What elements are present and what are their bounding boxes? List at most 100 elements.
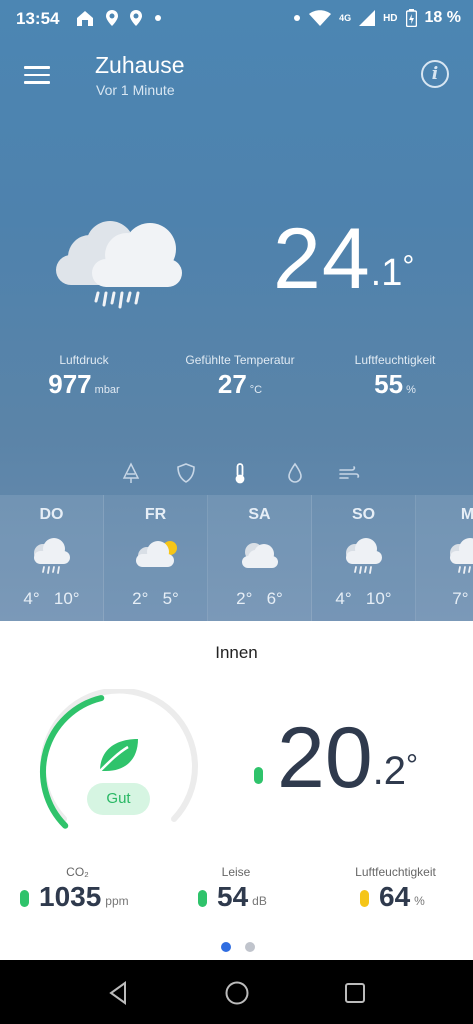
info-icon[interactable]: i — [421, 60, 449, 88]
forecast-day-so[interactable]: SO 4° 10° — [312, 495, 416, 621]
outdoor-stats: Luftdruck 977 mbar Gefühlte Temperatur 27… — [0, 353, 473, 403]
stat-unit: ppm — [105, 894, 129, 908]
app-header: Zuhause Vor 1 Minute i — [0, 44, 473, 104]
stat-value: 977 mbar — [48, 369, 120, 399]
forecast-day-do[interactable]: DO 4° 10° — [0, 495, 104, 621]
co2-stat: CO₂ 1035 ppm — [20, 865, 129, 913]
temperature-value: 20 — [277, 710, 373, 806]
indoor-title: Innen — [215, 643, 258, 662]
forecast-temps: 4° 10° — [0, 589, 103, 609]
stat-unit: dB — [252, 894, 267, 908]
sun-cloud-icon — [136, 541, 177, 567]
temperature-decimal: .1 — [370, 252, 403, 294]
temperature-value: 24 — [273, 211, 371, 307]
forecast-min: 4° — [335, 589, 352, 608]
leaf-icon — [99, 739, 138, 772]
stat-label: Luftfeuchtigkeit — [355, 865, 436, 879]
mode-selector — [120, 462, 360, 484]
status-time: 13:54 — [16, 9, 60, 28]
stat-label: Luftdruck — [59, 353, 109, 367]
forecast-day-m[interactable]: M 7° — [416, 495, 473, 621]
location-pin-icon — [106, 10, 118, 26]
forecast-max: 5° — [162, 589, 179, 608]
humidity-stat: Luftfeuchtigkeit 55% — [345, 353, 445, 400]
stat-label: Luftfeuchtigkeit — [354, 353, 436, 367]
cloud-rain-icon — [56, 221, 182, 309]
last-updated: Vor 1 Minute — [96, 82, 175, 98]
forecast-min: 7° — [452, 589, 469, 608]
stat-label: Gefühlte Temperatur — [185, 353, 295, 367]
indoor-temperature: 20 .2 ° — [254, 711, 418, 805]
shield-icon[interactable] — [175, 462, 197, 484]
stat-value: 54 — [217, 881, 249, 912]
hd-label: HD — [383, 12, 398, 24]
location-pin-icon — [130, 10, 142, 26]
stat-label: CO₂ — [66, 865, 89, 879]
forecast-min: 2° — [236, 589, 253, 608]
feels-like-stat: Gefühlte Temperatur 27 °C — [170, 353, 310, 400]
status-pill — [198, 890, 207, 907]
network-type: 4G — [339, 13, 352, 23]
temperature-status-dot — [254, 767, 263, 784]
forecast-day-label: M — [460, 506, 473, 523]
status-pill — [360, 890, 369, 907]
page-dot[interactable] — [245, 942, 255, 952]
forecast-min: 2° — [132, 589, 149, 608]
degree-symbol: ° — [402, 250, 415, 283]
forecast-temps: 2° 6° — [208, 589, 311, 609]
back-icon[interactable] — [103, 978, 133, 1008]
wifi-icon — [309, 10, 332, 26]
hamburger-line — [24, 81, 50, 84]
battery-charging-icon — [405, 9, 417, 27]
forecast-day-label: DO — [39, 506, 64, 523]
drop-icon[interactable] — [284, 462, 306, 484]
noise-stat: Leise 54 dB — [198, 865, 268, 913]
forecast-max: 10° — [365, 589, 392, 608]
cloud-rain-icon — [34, 538, 70, 574]
pressure-stat: Luftdruck 977 mbar — [42, 353, 126, 400]
indoor-panel: Innen Gut 20 .2 ° CO₂ 1035 ppm Leise 54 … — [0, 621, 473, 960]
forecast-strip: DO 4° 10° FR 2° 5° SA 2° 6° SO 4° 10° M 7° — [0, 495, 473, 621]
menu-button[interactable] — [24, 66, 50, 86]
air-quality-badge: Gut — [87, 783, 150, 815]
tree-icon[interactable] — [120, 462, 142, 484]
hamburger-line — [24, 73, 50, 76]
forecast-temps: 7° — [416, 589, 473, 609]
battery-percent: 18 % — [424, 9, 461, 26]
forecast-day-label: SA — [248, 506, 271, 523]
outdoor-panel: 13:54 4G HD 18 % Zuhause Vor 1 Minute i — [0, 0, 473, 621]
stat-unit: % — [414, 894, 425, 908]
forecast-day-label: FR — [144, 506, 167, 523]
thermometer-icon[interactable] — [229, 462, 251, 484]
status-system-icons: 4G HD 18 % — [293, 9, 461, 27]
stat-value: 64 — [379, 881, 411, 912]
forecast-temps: 4° 10° — [312, 589, 415, 609]
forecast-day-sa[interactable]: SA 2° 6° — [208, 495, 312, 621]
forecast-temps: 2° 5° — [104, 589, 207, 609]
cloud-rain-icon — [346, 538, 382, 574]
cloud-icon — [242, 543, 278, 568]
forecast-max: 6° — [266, 589, 283, 608]
forecast-day-fr[interactable]: FR 2° 5° — [104, 495, 208, 621]
signal-icon — [359, 10, 376, 26]
dot-icon — [294, 15, 301, 21]
home-icon — [77, 11, 93, 26]
more-dot-icon — [155, 15, 161, 21]
forecast-max: 10° — [53, 589, 80, 608]
recents-icon[interactable] — [340, 978, 370, 1008]
status-bar: 13:54 4G HD 18 % — [0, 0, 473, 38]
forecast-day-label: SO — [351, 506, 376, 523]
stat-label: Leise — [221, 865, 251, 879]
degree-symbol: ° — [406, 749, 419, 782]
forecast-min: 4° — [23, 589, 40, 608]
page-indicator — [221, 942, 255, 952]
status-pill — [20, 890, 29, 907]
wind-icon[interactable] — [338, 462, 360, 484]
status-notification-icons — [75, 9, 163, 27]
page-dot-active[interactable] — [221, 942, 231, 952]
system-nav-bar — [0, 960, 473, 1024]
humidity-stat: Luftfeuchtigkeit 64 % — [348, 865, 443, 913]
home-nav-icon[interactable] — [222, 978, 252, 1008]
cloud-rain-icon — [450, 538, 473, 574]
stat-value: 27 °C — [217, 369, 263, 399]
